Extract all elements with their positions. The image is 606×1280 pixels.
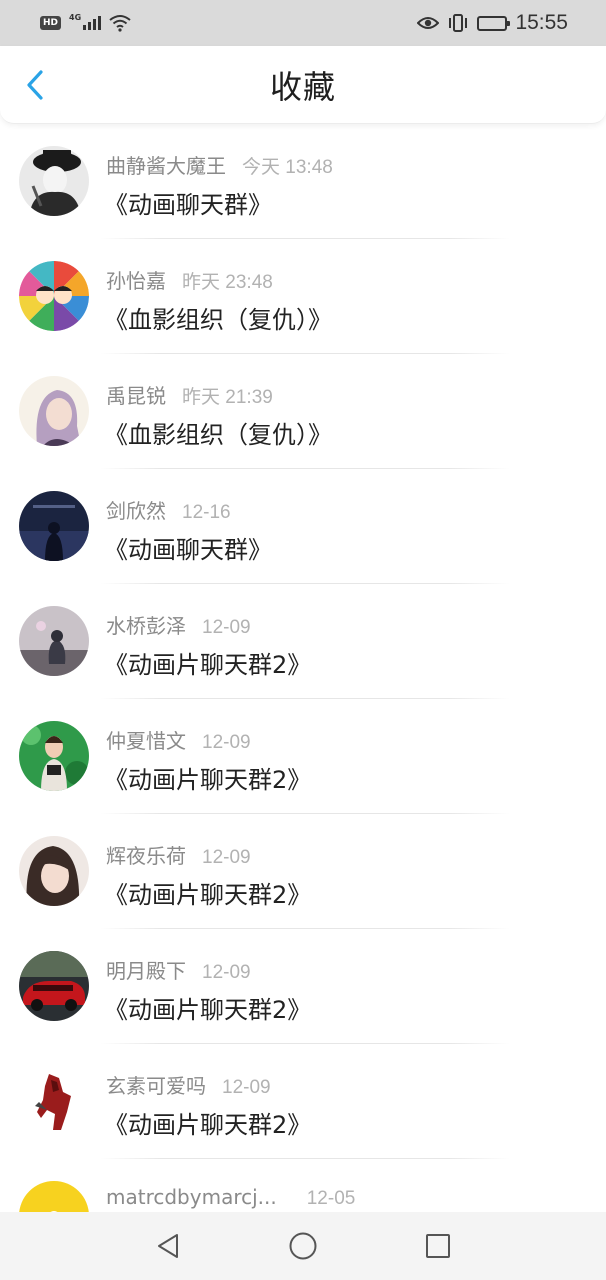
avatar — [19, 491, 89, 561]
avatar — [19, 836, 89, 906]
author-name: 剑欣然 — [106, 499, 166, 523]
item-title: 《血影组织（复仇）》 — [104, 421, 332, 449]
author-name: 水桥彭泽 — [106, 614, 186, 638]
item-date: 12-05 — [306, 1188, 356, 1209]
hd-badge: HD — [40, 16, 62, 30]
eye-comfort-icon — [417, 17, 440, 29]
item-meta: 水桥彭泽 12-09 — [106, 610, 251, 638]
square-recent-icon — [426, 1234, 451, 1258]
item-date: 12-09 — [222, 1077, 271, 1098]
author-name: 玄素可爱吗 — [106, 1074, 206, 1098]
status-time: 15:55 — [515, 11, 568, 34]
avatar — [19, 376, 89, 446]
item-meta: 禹昆锐 昨天 21:39 — [106, 380, 273, 408]
app-header: 收藏 — [0, 46, 606, 124]
item-meta: 仲夏惜文 12-09 — [106, 725, 251, 753]
wifi-icon — [109, 15, 131, 32]
list-item[interactable]: 曲静酱大魔王 今天 13:48 《动画聊天群》 — [0, 124, 606, 239]
item-title: 《动画片聊天群2》 — [104, 996, 312, 1024]
author-name: 辉夜乐荷 — [106, 844, 186, 868]
author-name: 明月殿下 — [106, 959, 186, 983]
signal-icon — [83, 16, 102, 30]
list-item[interactable]: 禹昆锐 昨天 21:39 《血影组织（复仇）》 — [0, 354, 606, 469]
avatar — [19, 1181, 89, 1212]
circle-home-icon — [289, 1232, 317, 1260]
avatar — [19, 606, 89, 676]
item-date: 12-16 — [182, 502, 231, 523]
nav-recent-button[interactable] — [418, 1226, 458, 1266]
list-item[interactable]: 水桥彭泽 12-09 《动画片聊天群2》 — [0, 584, 606, 699]
system-nav-bar — [0, 1212, 606, 1280]
favorites-list: 曲静酱大魔王 今天 13:48 《动画聊天群》 孙怡嘉 昨天 23:48 《血影… — [0, 124, 606, 1212]
item-meta: matrcdbymarcj... 12-05 — [106, 1185, 355, 1211]
item-meta: 孙怡嘉 昨天 23:48 — [106, 265, 273, 293]
network-type-label: 4G — [69, 12, 82, 22]
item-date: 今天 13:48 — [242, 157, 333, 178]
vibrate-icon — [449, 14, 468, 32]
nav-home-button[interactable] — [283, 1226, 323, 1266]
list-item[interactable]: 明月殿下 12-09 《动画片聊天群2》 — [0, 929, 606, 1044]
item-meta: 剑欣然 12-16 — [106, 495, 231, 523]
nav-back-button[interactable] — [148, 1226, 188, 1266]
item-date: 12-09 — [202, 617, 251, 638]
item-title: 《动画片聊天群2》 — [104, 651, 312, 679]
author-name: 孙怡嘉 — [106, 269, 166, 293]
item-date: 昨天 23:48 — [182, 272, 273, 293]
status-bar: HD 4G 15:55 — [0, 0, 606, 46]
item-title: 《动画聊天群》 — [104, 536, 272, 564]
item-title: 《血影组织（复仇）》 — [104, 306, 332, 334]
avatar — [19, 261, 89, 331]
item-title: 《动画聊天群》 — [104, 191, 272, 219]
author-name: matrcdbymarcj... — [106, 1185, 277, 1209]
page-title: 收藏 — [269, 68, 336, 106]
avatar — [19, 146, 89, 216]
avatar — [19, 721, 89, 791]
item-title: 《动画片聊天群2》 — [104, 1111, 312, 1139]
item-meta: 明月殿下 12-09 — [106, 955, 251, 983]
author-name: 曲静酱大魔王 — [106, 154, 226, 178]
item-meta: 玄素可爱吗 12-09 — [106, 1070, 271, 1098]
item-date: 12-09 — [202, 732, 251, 753]
status-right: 15:55 — [417, 11, 568, 35]
author-name: 仲夏惜文 — [106, 729, 186, 753]
list-item[interactable]: 剑欣然 12-16 《动画聊天群》 — [0, 469, 606, 584]
item-meta: 辉夜乐荷 12-09 — [106, 840, 251, 868]
triangle-back-icon — [157, 1234, 178, 1258]
item-date: 12-09 — [202, 847, 251, 868]
item-meta: 曲静酱大魔王 今天 13:48 — [106, 150, 333, 178]
item-date: 昨天 21:39 — [182, 387, 273, 408]
avatar — [19, 1066, 89, 1136]
list-item[interactable]: 仲夏惜文 12-09 《动画片聊天群2》 — [0, 699, 606, 814]
avatar — [19, 951, 89, 1021]
item-title: 《动画片聊天群2》 — [104, 881, 312, 909]
list-item[interactable]: 辉夜乐荷 12-09 《动画片聊天群2》 — [0, 814, 606, 929]
author-name: 禹昆锐 — [106, 384, 166, 408]
list-item[interactable]: 孙怡嘉 昨天 23:48 《血影组织（复仇）》 — [0, 239, 606, 354]
list-item[interactable]: matrcdbymarcj... 12-05 — [0, 1159, 606, 1212]
list-item[interactable]: 玄素可爱吗 12-09 《动画片聊天群2》 — [0, 1044, 606, 1159]
item-title: 《动画片聊天群2》 — [104, 766, 312, 794]
status-left: HD 4G — [40, 12, 131, 32]
item-date: 12-09 — [202, 962, 251, 983]
battery-icon — [477, 15, 511, 31]
